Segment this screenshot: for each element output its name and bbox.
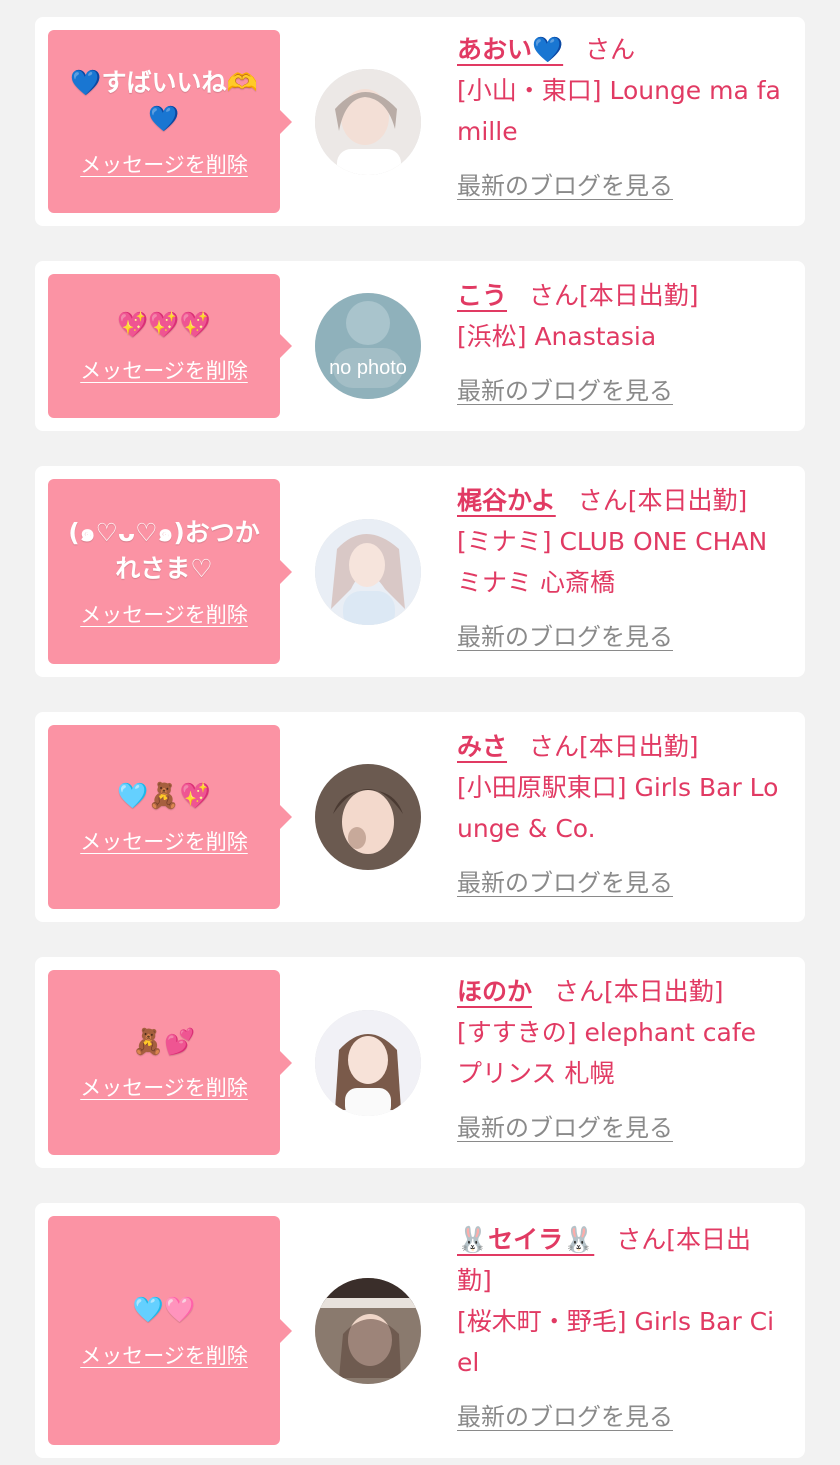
avatar[interactable] bbox=[315, 519, 421, 625]
message-card: 💖💖💖 メッセージを削除 no photo こう さん[本日出勤] [浜松] An… bbox=[35, 261, 805, 431]
latest-blog-link[interactable]: 最新のブログを見る bbox=[457, 371, 673, 412]
latest-blog-link[interactable]: 最新のブログを見る bbox=[457, 1108, 673, 1149]
avatar[interactable] bbox=[315, 69, 421, 175]
message-bubble: 💖💖💖 メッセージを削除 bbox=[48, 274, 292, 418]
cast-info: ほのか さん[本日出勤] [すすきの] elephant cafe プリンス 札幌… bbox=[457, 971, 785, 1149]
cast-info: 梶谷かよ さん[本日出勤] [ミナミ] CLUB ONE CHAN ミナミ 心斎橋… bbox=[457, 480, 785, 658]
delete-message-link[interactable]: メッセージを削除 bbox=[80, 826, 248, 856]
message-bubble: 🧸💕 メッセージを削除 bbox=[48, 970, 292, 1155]
message-text: (๑♡ᴗ♡๑)おつかれさま♡ bbox=[68, 517, 260, 583]
cast-name-line: こう さん[本日出勤] bbox=[457, 275, 785, 316]
avatar-photo-icon bbox=[315, 1278, 421, 1384]
shop-name: [すすきの] elephant cafe プリンス 札幌 bbox=[457, 1018, 757, 1088]
message-text: 🩵🩷 bbox=[132, 1294, 196, 1324]
message-bubble: (๑♡ᴗ♡๑)おつかれさま♡ メッセージを削除 bbox=[48, 479, 292, 664]
avatar-photo-icon bbox=[315, 764, 421, 870]
cast-suffix: さん[本日出勤] bbox=[577, 486, 748, 515]
cast-name-link[interactable]: 🐰セイラ🐰 bbox=[457, 1225, 594, 1254]
cast-name-line: 梶谷かよ さん[本日出勤] bbox=[457, 480, 785, 521]
delete-message-link[interactable]: メッセージを削除 bbox=[80, 1072, 248, 1102]
cast-name-line: 🐰セイラ🐰 さん[本日出勤] bbox=[457, 1219, 785, 1301]
latest-blog-link[interactable]: 最新のブログを見る bbox=[457, 617, 673, 658]
cast-suffix: さん bbox=[585, 35, 636, 64]
cast-info: こう さん[本日出勤] [浜松] Anastasia 最新のブログを見る bbox=[457, 275, 785, 412]
message-text: 💙すばいいね🫶💙 bbox=[70, 67, 258, 133]
message-card: 💙すばいいね🫶💙 メッセージを削除 あおい💙 さん [小山・東口] Lounge … bbox=[35, 17, 805, 226]
avatar-photo-icon bbox=[315, 1010, 421, 1116]
cast-name-line: みさ さん[本日出勤] bbox=[457, 726, 785, 767]
avatar-photo-icon bbox=[315, 69, 421, 175]
avatar-photo-icon bbox=[315, 519, 421, 625]
message-text: 💖💖💖 bbox=[117, 310, 211, 339]
avatar[interactable] bbox=[315, 764, 421, 870]
shop-name: [小田原駅東口] Girls Bar Lounge & Co. bbox=[457, 773, 779, 843]
cast-suffix: さん[本日出勤] bbox=[529, 281, 699, 310]
avatar[interactable]: no photo bbox=[315, 293, 421, 399]
avatar[interactable] bbox=[315, 1010, 421, 1116]
latest-blog-link[interactable]: 最新のブログを見る bbox=[457, 863, 673, 904]
cast-name-link[interactable]: みさ bbox=[457, 732, 507, 761]
message-card: 🧸💕 メッセージを削除 ほのか さん[本日出勤] [すすきの] elephant … bbox=[35, 957, 805, 1168]
message-bubble: 🩵🩷 メッセージを削除 bbox=[48, 1216, 292, 1445]
cast-info: あおい💙 さん [小山・東口] Lounge ma famille 最新のブログを… bbox=[457, 29, 785, 207]
svg-text:no photo: no photo bbox=[329, 357, 407, 379]
avatar[interactable] bbox=[315, 1278, 421, 1384]
latest-blog-link[interactable]: 最新のブログを見る bbox=[457, 1397, 673, 1438]
shop-name: [小山・東口] Lounge ma famille bbox=[457, 76, 781, 146]
no-photo-icon: no photo bbox=[315, 293, 421, 399]
message-card: 🩵🩷 メッセージを削除 🐰セイラ🐰 さん[本日出勤] [桜木町・野毛] Girls… bbox=[35, 1203, 805, 1458]
delete-message-link[interactable]: メッセージを削除 bbox=[80, 1340, 248, 1370]
cast-name-line: ほのか さん[本日出勤] bbox=[457, 971, 785, 1012]
cast-name-link[interactable]: こう bbox=[457, 281, 507, 310]
message-bubble: 💙すばいいね🫶💙 メッセージを削除 bbox=[48, 30, 292, 213]
message-text: 🧸💕 bbox=[132, 1026, 196, 1056]
cast-info: みさ さん[本日出勤] [小田原駅東口] Girls Bar Lounge & C… bbox=[457, 726, 785, 904]
message-text: 🩵🧸💖 bbox=[117, 781, 211, 810]
shop-name: [ミナミ] CLUB ONE CHAN ミナミ 心斎橋 bbox=[457, 527, 768, 597]
delete-message-link[interactable]: メッセージを削除 bbox=[80, 149, 248, 179]
cast-suffix: さん[本日出勤] bbox=[529, 732, 699, 761]
shop-name: [浜松] Anastasia bbox=[457, 322, 657, 351]
shop-name: [桜木町・野毛] Girls Bar Ciel bbox=[457, 1307, 775, 1377]
delete-message-link[interactable]: メッセージを削除 bbox=[80, 599, 248, 629]
message-card: (๑♡ᴗ♡๑)おつかれさま♡ メッセージを削除 梶谷かよ さん[本日出勤] [ミナ… bbox=[35, 466, 805, 677]
cast-name-link[interactable]: 梶谷かよ bbox=[457, 486, 556, 515]
cast-name-link[interactable]: あおい💙 bbox=[457, 35, 563, 64]
message-bubble: 🩵🧸💖 メッセージを削除 bbox=[48, 725, 292, 909]
latest-blog-link[interactable]: 最新のブログを見る bbox=[457, 166, 673, 207]
delete-message-link[interactable]: メッセージを削除 bbox=[80, 355, 248, 385]
cast-info: 🐰セイラ🐰 さん[本日出勤] [桜木町・野毛] Girls Bar Ciel 最新… bbox=[457, 1219, 785, 1438]
message-card: 🩵🧸💖 メッセージを削除 みさ さん[本日出勤] [小田原駅東口] Girls B… bbox=[35, 712, 805, 922]
cast-name-link[interactable]: ほのか bbox=[457, 977, 532, 1006]
cast-suffix: さん[本日出勤] bbox=[554, 977, 724, 1006]
cast-name-line: あおい💙 さん bbox=[457, 29, 785, 70]
